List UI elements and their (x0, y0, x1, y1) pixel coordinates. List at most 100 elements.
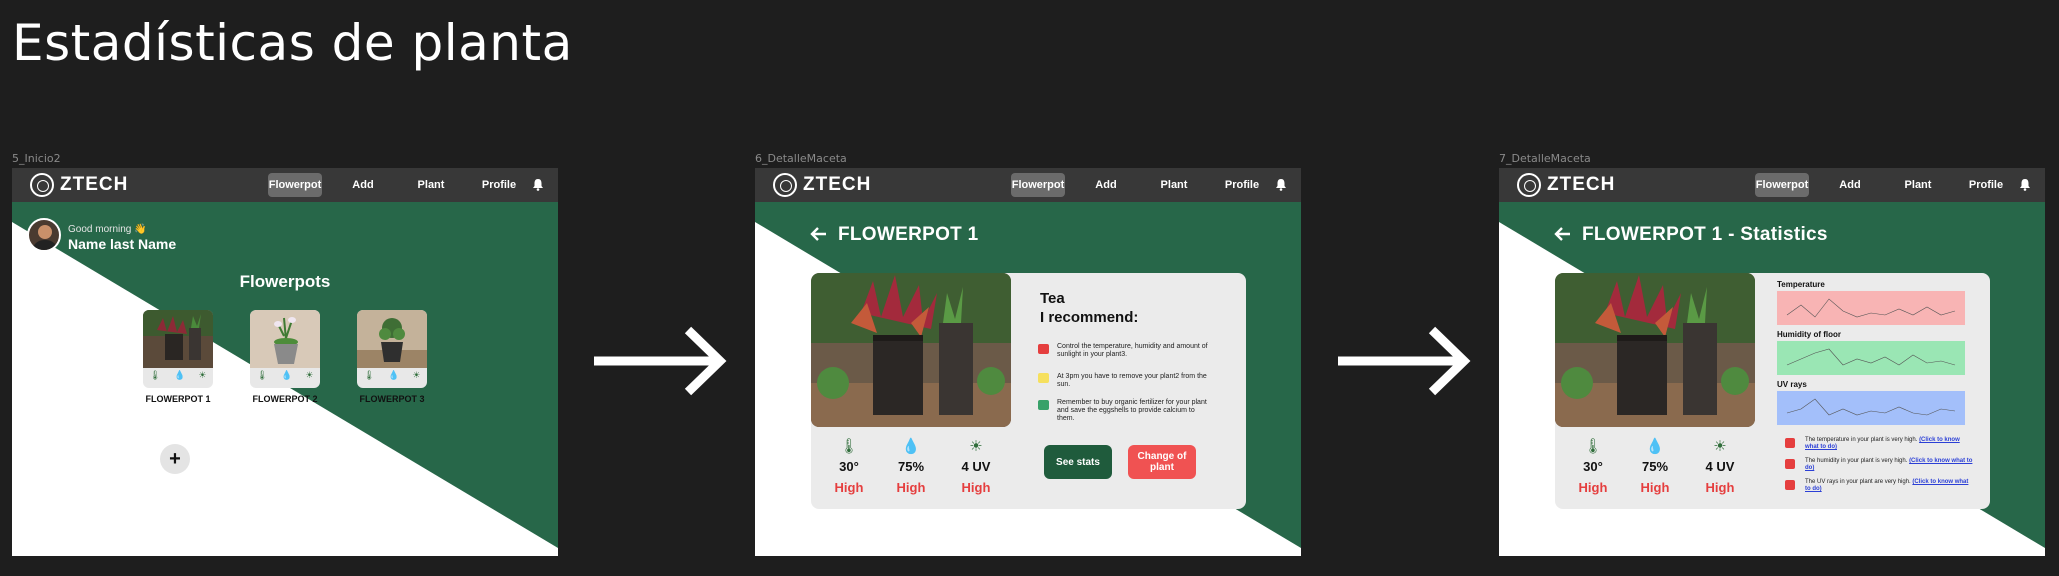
nav-flowerpot[interactable]: Flowerpot (1011, 173, 1065, 197)
nav-add[interactable]: Add (1823, 173, 1877, 197)
nav-flowerpot[interactable]: Flowerpot (1755, 173, 1809, 197)
alert-icon (1785, 459, 1795, 469)
statistics-title: FLOWERPOT 1 - Statistics (1582, 224, 1828, 245)
temperature-value: 30° (839, 459, 859, 474)
flowerpots-heading: Flowerpots (239, 272, 331, 291)
nav-profile[interactable]: Profile (1959, 173, 2013, 197)
frame-home: ZTECH Flowerpot Add Plant Profile Good m… (12, 168, 558, 556)
uv-chart[interactable] (1777, 391, 1965, 425)
brand-name: ZTECH (1547, 174, 1616, 195)
alert-icon (1785, 438, 1795, 448)
thermometer-icon: 🌡 (149, 370, 161, 380)
flowerpot-name-1: FLOWERPOT 1 (145, 394, 211, 404)
brand-logo[interactable]: ZTECH (30, 173, 128, 197)
top-nav: ZTECH Flowerpot Add Plant Profile (755, 168, 1301, 202)
nav-profile[interactable]: Profile (472, 173, 526, 197)
frame-label-statistics: 7_DetalleMaceta (1499, 152, 1591, 165)
brand-logo[interactable]: ZTECH (773, 173, 871, 197)
uv-stat: ☀ 4 UV High (946, 437, 1006, 495)
sun-icon: ☀ (198, 370, 207, 380)
greeting-text: Good morning 👋 (68, 224, 147, 235)
change-plant-button[interactable]: Change of plant (1128, 445, 1196, 479)
flowerpot-photo (357, 310, 427, 368)
recommendation-item: At 3pm you have to remove your plant2 fr… (1038, 373, 1211, 389)
back-arrow-icon[interactable] (1553, 224, 1573, 244)
nav-plant[interactable]: Plant (404, 173, 458, 197)
water-drops-icon: 💧 (388, 370, 400, 380)
frame-detail: ZTECH Flowerpot Add Plant Profile FLOWER… (755, 168, 1301, 556)
temperature-level: High (834, 480, 864, 495)
brand-logo[interactable]: ZTECH (1517, 173, 1615, 197)
bell-icon[interactable] (2019, 178, 2031, 191)
humidity-value: 75% (1641, 459, 1669, 474)
humidity-stat: 💧 75% High (881, 437, 941, 495)
recommend-label: I recommend: (1040, 309, 1139, 326)
flowerpot-card-2[interactable]: 🌡 💧 ☀ (250, 310, 320, 388)
humidity-level: High (1640, 480, 1670, 495)
top-nav: ZTECH Flowerpot Add Plant Profile (1499, 168, 2045, 202)
alert-icon (1038, 344, 1049, 354)
sun-icon: ☀ (1713, 438, 1727, 455)
flowerpot-photo (250, 310, 320, 368)
sun-icon: ☀ (412, 370, 421, 380)
bell-icon[interactable] (1275, 178, 1287, 191)
thermometer-icon: 🌡 (1583, 438, 1603, 455)
thermometer-icon: 🌡 (256, 370, 268, 380)
logo-icon (773, 173, 797, 197)
flowerpot-name-2: FLOWERPOT 2 (252, 394, 318, 404)
fertilizer-icon (1038, 400, 1049, 410)
sun-alert-icon (1038, 373, 1049, 383)
frame-label-home: 5_Inicio2 (12, 152, 61, 165)
nav-plant[interactable]: Plant (1147, 173, 1201, 197)
water-drops-icon: 💧 (281, 370, 293, 380)
plant-photo (1555, 273, 1755, 427)
plant-photo (811, 273, 1011, 427)
water-drops-icon: 💧 (174, 370, 186, 380)
add-flowerpot-button[interactable]: + (160, 444, 190, 474)
uv-value: 4 UV (1705, 459, 1735, 474)
temperature-stat: 🌡 30° High (1563, 437, 1623, 495)
sun-icon: ☀ (969, 438, 983, 455)
uv-alert: The UV rays in your plant are very high.… (1785, 479, 1975, 493)
recommendation-item: Remember to buy organic fertilizer for y… (1038, 399, 1211, 423)
temperature-chart-label: Temperature (1777, 280, 1825, 289)
nav-add[interactable]: Add (336, 173, 390, 197)
see-stats-button[interactable]: See stats (1044, 445, 1112, 479)
logo-icon (30, 173, 54, 197)
nav-add[interactable]: Add (1079, 173, 1133, 197)
avatar[interactable] (27, 218, 61, 252)
plant-name: Tea (1040, 290, 1065, 307)
humidity-chart[interactable] (1777, 341, 1965, 375)
thermometer-icon: 🌡 (363, 370, 375, 380)
flowerpot-photo (143, 310, 213, 368)
humidity-level: High (896, 480, 926, 495)
temperature-stat: 🌡 30° High (819, 437, 879, 495)
uv-level: High (961, 480, 991, 495)
top-nav: ZTECH Flowerpot Add Plant Profile (12, 168, 558, 202)
recommendation-item: Control the temperature, humidity and am… (1038, 343, 1211, 359)
flowerpot-card-1[interactable]: 🌡 💧 ☀ (143, 310, 213, 388)
uv-level: High (1705, 480, 1735, 495)
humidity-chart-label: Humidity of floor (1777, 330, 1841, 339)
brand-name: ZTECH (60, 174, 129, 195)
water-drops-icon: 💧 (901, 438, 921, 455)
uv-value: 4 UV (961, 459, 991, 474)
water-drops-icon: 💧 (1645, 438, 1665, 455)
sun-icon: ☀ (305, 370, 314, 380)
uv-stat: ☀ 4 UV High (1690, 437, 1750, 495)
nav-profile[interactable]: Profile (1215, 173, 1269, 197)
flowerpot-detail-card: 🌡 30° High 💧 75% High ☀ 4 UV High Tea I … (811, 273, 1246, 509)
humidity-alert: The humidity in your plant is very high.… (1785, 458, 1975, 472)
back-arrow-icon[interactable] (809, 224, 829, 244)
statistics-card: 🌡 30° High 💧 75% High ☀ 4 UV High Temper… (1555, 273, 1990, 509)
nav-plant[interactable]: Plant (1891, 173, 1945, 197)
frame-label-detail: 6_DetalleMaceta (755, 152, 847, 165)
temperature-chart[interactable] (1777, 291, 1965, 325)
flowerpot-title: FLOWERPOT 1 (838, 224, 979, 245)
thermometer-icon: 🌡 (839, 438, 859, 455)
bell-icon[interactable] (532, 178, 544, 191)
nav-flowerpot[interactable]: Flowerpot (268, 173, 322, 197)
flow-arrow-icon (594, 326, 727, 396)
flowerpot-card-3[interactable]: 🌡 💧 ☀ (357, 310, 427, 388)
temperature-alert: The temperature in your plant is very hi… (1785, 437, 1975, 451)
